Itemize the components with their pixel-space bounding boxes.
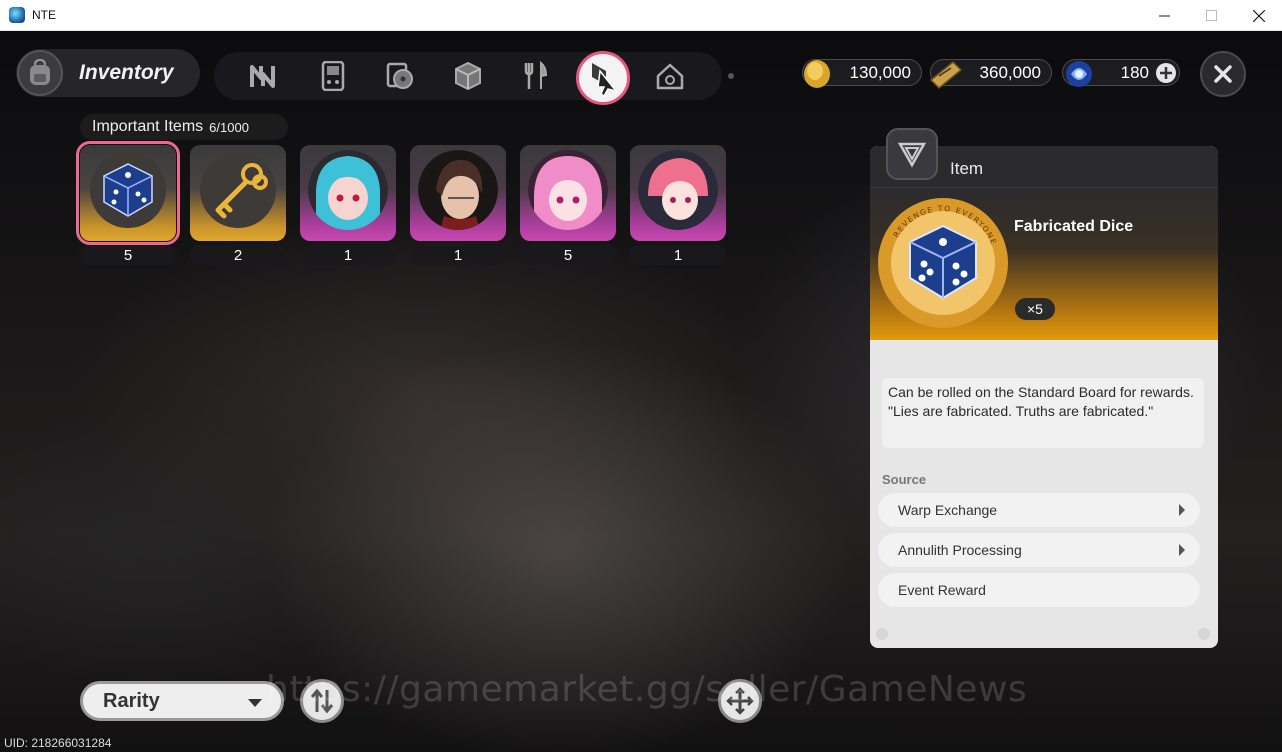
minimize-icon [1159, 15, 1170, 17]
add-crystal-button[interactable] [1155, 62, 1177, 84]
window-title-bar: NTE [0, 0, 1282, 31]
item-count: 5 [519, 245, 617, 265]
portrait-pink-short-hair-icon [638, 150, 718, 230]
home-icon [656, 63, 684, 90]
maximize-icon [1206, 10, 1217, 21]
source-label: Source [882, 472, 927, 487]
detail-category-badge [886, 128, 938, 180]
window-title: NTE [32, 8, 56, 22]
dice-icon [909, 224, 977, 300]
item-slot-key[interactable] [190, 145, 286, 241]
item-count: 5 [79, 245, 177, 265]
item-description: Can be rolled on the Standard Board for … [882, 378, 1204, 448]
item-slot-dice[interactable] [76, 141, 180, 245]
tab-important-items[interactable] [576, 51, 630, 105]
source-event-reward: Event Reward [878, 573, 1200, 607]
game-viewport: Inventory 130,000 360,000 180 Important … [0, 31, 1282, 752]
sort-dropdown[interactable]: Rarity [80, 681, 284, 721]
source-annulith-processing[interactable]: Annulith Processing [878, 533, 1200, 567]
tab-n-logo[interactable] [244, 56, 284, 96]
source-label-text: Event Reward [898, 582, 986, 598]
tab-devices[interactable] [313, 56, 353, 96]
tabs-scroll-indicator [728, 73, 734, 79]
maximize-button[interactable] [1188, 0, 1235, 31]
currency-gold-value: 130,000 [849, 62, 911, 82]
close-icon [1252, 9, 1265, 22]
ticket-icon [929, 60, 963, 90]
triangle-emblem-icon [897, 142, 927, 168]
tab-food[interactable] [515, 56, 555, 96]
n-logo-icon [250, 65, 275, 88]
panel-corner-ornament [1198, 628, 1210, 640]
item-quantity: ×5 [1015, 298, 1055, 320]
currency-crystal-value: 180 [1120, 62, 1149, 82]
description-line: Can be rolled on the Standard Board for … [888, 384, 1194, 400]
gold-coin-icon [804, 60, 830, 88]
sort-label: Rarity [103, 689, 160, 712]
item-slot-portrait-dark[interactable] [410, 145, 506, 241]
app-icon [9, 7, 25, 23]
source-warp-exchange[interactable]: Warp Exchange [878, 493, 1200, 527]
section-header: Important Items 6/1000 [80, 114, 288, 140]
section-title: Important Items [92, 118, 204, 135]
currency-gold: 130,000 [802, 59, 922, 88]
detail-hero: REVENGE TO EVERYONE Fabricated Dice ×5 [870, 188, 1218, 340]
source-label-text: Warp Exchange [898, 502, 998, 518]
close-window-button[interactable] [1235, 0, 1282, 31]
portrait-teal-hair-icon [308, 150, 388, 230]
currency-crystal: 180 [1062, 59, 1180, 87]
minimize-button[interactable] [1141, 0, 1188, 31]
description-line: "Lies are fabricated. Truths are fabrica… [888, 403, 1154, 419]
portrait-pink-hair-icon [528, 150, 608, 230]
item-count: 1 [629, 245, 727, 265]
backpack-icon [17, 50, 63, 96]
item-count: 2 [189, 245, 287, 265]
inventory-header: Inventory [16, 49, 200, 97]
record-icon [386, 62, 413, 89]
section-count: 6/1000 [209, 119, 249, 135]
item-count: 1 [409, 245, 507, 265]
item-detail-panel: Item REVENGE TO EVERYONE Fabricated Dice… [870, 146, 1218, 648]
currency-tickets: 360,000 [929, 59, 1052, 90]
item-slot-portrait-pink[interactable] [520, 145, 616, 241]
fork-knife-icon [524, 61, 548, 89]
item-count: 1 [299, 245, 397, 265]
chevron-right-icon [1179, 544, 1185, 556]
key-icon [198, 150, 278, 230]
tab-housing[interactable] [650, 56, 690, 96]
cursor-icon [592, 63, 618, 97]
cube-icon [455, 61, 481, 91]
tab-records[interactable] [380, 56, 420, 96]
currency-tickets-value: 360,000 [979, 62, 1041, 82]
tab-materials[interactable] [448, 56, 488, 96]
inventory-title: Inventory [79, 61, 174, 84]
watermark: https://gamemarket.gg/seller/GameNews [266, 669, 1028, 710]
chevron-right-icon [1179, 504, 1185, 516]
panel-corner-ornament [876, 628, 888, 640]
chevron-down-icon [248, 699, 262, 707]
source-label-text: Annulith Processing [898, 542, 1022, 558]
dice-icon [88, 150, 168, 230]
item-slot-portrait-pink-short[interactable] [630, 145, 726, 241]
close-inventory-button[interactable] [1200, 51, 1246, 97]
player-uid: UID: 218266031284 [4, 736, 112, 750]
gameboy-icon [321, 61, 345, 91]
close-icon [1214, 65, 1232, 83]
item-emblem: REVENGE TO EVERYONE [878, 198, 1008, 328]
item-slot-portrait-teal[interactable] [300, 145, 396, 241]
portrait-dark-hair-icon [418, 150, 498, 230]
blue-crystal-icon [1066, 61, 1092, 87]
detail-header-title: Item [950, 159, 984, 178]
item-name: Fabricated Dice [1014, 218, 1134, 235]
